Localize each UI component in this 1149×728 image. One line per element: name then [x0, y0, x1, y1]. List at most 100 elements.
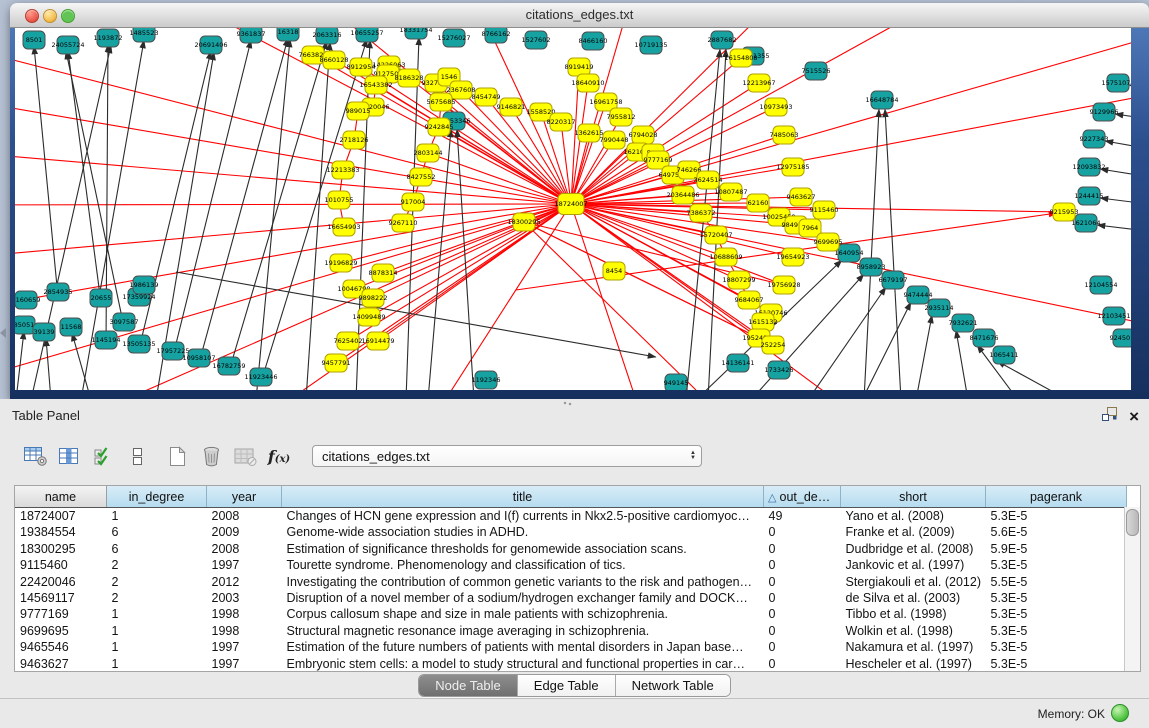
graph-edge[interactable]: [1097, 225, 1131, 232]
graph-node[interactable]: 8471676: [970, 329, 999, 347]
cell-in_degree[interactable]: 1: [107, 606, 207, 622]
graph-node[interactable]: 8660128: [320, 51, 349, 69]
graph-node[interactable]: 949145: [664, 374, 689, 390]
tab-edge-table[interactable]: Edge Table: [518, 675, 616, 696]
delete-table-icon[interactable]: [228, 442, 262, 470]
cell-title[interactable]: Structural magnetic resonance image aver…: [282, 623, 764, 639]
graph-node[interactable]: 8427552: [407, 168, 436, 186]
graph-node[interactable]: 9146821: [497, 98, 526, 116]
graph-node[interactable]: 8958923: [857, 258, 886, 276]
table-vertical-scrollbar[interactable]: [1124, 507, 1140, 671]
column-header-in_degree[interactable]: in_degree: [107, 486, 207, 508]
graph-node[interactable]: 39139: [33, 323, 55, 341]
graph-node[interactable]: 9115460: [810, 201, 839, 219]
graph-node[interactable]: 10655257: [350, 28, 383, 42]
graph-node[interactable]: 1010755: [325, 191, 354, 209]
graph-node[interactable]: 2160659: [15, 291, 40, 309]
cell-year[interactable]: 2003: [207, 590, 282, 606]
column-header-short[interactable]: short: [841, 486, 986, 508]
graph-node[interactable]: 8220317: [547, 113, 576, 131]
cell-in_degree[interactable]: 6: [107, 524, 207, 540]
graph-edge[interactable]: [916, 315, 932, 390]
memory-ok-indicator[interactable]: [1111, 704, 1129, 722]
graph-node[interactable]: 1621064: [1072, 214, 1101, 232]
cell-year[interactable]: 2012: [207, 574, 282, 590]
graph-node[interactable]: 7990448: [600, 131, 629, 149]
graph-node[interactable]: 85051: [15, 316, 35, 334]
graph-node[interactable]: 6679197: [879, 271, 908, 289]
graph-node[interactable]: 3097587: [110, 313, 139, 331]
cell-short[interactable]: Wolkin et al. (1998): [841, 623, 986, 639]
panel-collapse-arrow-icon[interactable]: [0, 328, 6, 338]
column-selection-icon[interactable]: [86, 442, 120, 470]
graph-node[interactable]: 9242845: [425, 118, 454, 136]
graph-node[interactable]: 8878314: [369, 264, 398, 282]
graph-node[interactable]: 8766162: [482, 28, 511, 43]
column-header-out_degree[interactable]: △ out_de…: [764, 486, 841, 508]
graph-node[interactable]: 9684067: [735, 291, 764, 309]
tab-network-table[interactable]: Network Table: [616, 675, 730, 696]
cell-short[interactable]: Franke et al. (2009): [841, 524, 986, 540]
graph-node[interactable]: 9699695: [814, 233, 843, 251]
graph-node[interactable]: 1193872: [94, 29, 123, 47]
cell-year[interactable]: 1998: [207, 623, 282, 639]
graph-node[interactable]: 2935114: [925, 299, 954, 317]
cell-pagerank[interactable]: 5.3E-5: [986, 623, 1127, 639]
graph-node[interactable]: 62160: [747, 194, 769, 212]
cell-name[interactable]: 9465546: [15, 639, 107, 655]
table-select[interactable]: citations_edges.txt ▲▼: [312, 445, 702, 467]
column-header-year[interactable]: year: [207, 486, 282, 508]
cell-in_degree[interactable]: 2: [107, 574, 207, 590]
graph-node[interactable]: 2063316: [313, 28, 342, 44]
cell-short[interactable]: Stergiakouli et al. (2012): [841, 574, 986, 590]
graph-node[interactable]: 7964: [799, 219, 821, 237]
cell-in_degree[interactable]: 1: [107, 508, 207, 525]
cell-out_degree[interactable]: 0: [764, 541, 841, 557]
graph-edge[interactable]: [561, 122, 571, 204]
cell-year[interactable]: 1998: [207, 606, 282, 622]
graph-node[interactable]: 11568: [60, 318, 82, 336]
tab-node-table[interactable]: Node Table: [419, 675, 518, 696]
graph-node[interactable]: 19196829: [324, 254, 357, 272]
cell-title[interactable]: Genome-wide association studies in ADHD.: [282, 524, 764, 540]
graph-node[interactable]: 917004: [401, 193, 426, 211]
graph-node[interactable]: 9267110: [389, 214, 418, 232]
graph-node[interactable]: 1485523: [130, 28, 159, 42]
graph-edge[interactable]: [862, 302, 911, 390]
graph-node[interactable]: 7625402: [334, 332, 363, 350]
cell-name[interactable]: 9777169: [15, 606, 107, 622]
graph-edge[interactable]: [864, 109, 879, 390]
graph-node[interactable]: 14136141: [721, 354, 754, 372]
cell-pagerank[interactable]: 5.3E-5: [986, 656, 1127, 672]
graph-node[interactable]: 20691406: [194, 36, 227, 54]
graph-edge[interactable]: [16, 331, 24, 390]
cell-name[interactable]: 9463627: [15, 656, 107, 672]
graph-node[interactable]: 12213967: [742, 74, 775, 92]
graph-node[interactable]: 5675685: [427, 93, 456, 111]
close-panel-icon[interactable]: ×: [1129, 409, 1139, 425]
cell-year[interactable]: 1997: [207, 639, 282, 655]
graph-node[interactable]: 7932621: [949, 314, 978, 332]
graph-node[interactable]: 15276027: [437, 29, 470, 47]
graph-node[interactable]: 9361837: [237, 28, 266, 43]
graph-node[interactable]: 24055724: [51, 36, 84, 54]
graph-node[interactable]: 2854935: [44, 283, 73, 301]
cell-name[interactable]: 19384554: [15, 524, 107, 540]
scrollbar-thumb[interactable]: [1126, 509, 1139, 536]
graph-edge[interactable]: [15, 150, 571, 204]
table-mode-icon[interactable]: [18, 442, 52, 470]
delete-column-icon[interactable]: [194, 442, 228, 470]
cell-out_degree[interactable]: 49: [764, 508, 841, 525]
graph-node[interactable]: 18807299: [722, 271, 755, 289]
graph-node[interactable]: 13505135: [122, 335, 155, 353]
graph-edge[interactable]: [571, 30, 1131, 204]
graph-node[interactable]: 10688609: [709, 248, 742, 266]
graph-node[interactable]: 12093832: [1072, 158, 1105, 176]
cell-short[interactable]: Nakamura et al. (1997): [841, 639, 986, 655]
graph-node[interactable]: 2887682: [708, 31, 737, 49]
graph-node[interactable]: 7955812: [607, 108, 636, 126]
graph-node[interactable]: 1065411: [990, 346, 1019, 364]
network-window-titlebar[interactable]: citations_edges.txt: [10, 3, 1149, 28]
graph-edge[interactable]: [885, 109, 901, 390]
cell-in_degree[interactable]: 1: [107, 639, 207, 655]
